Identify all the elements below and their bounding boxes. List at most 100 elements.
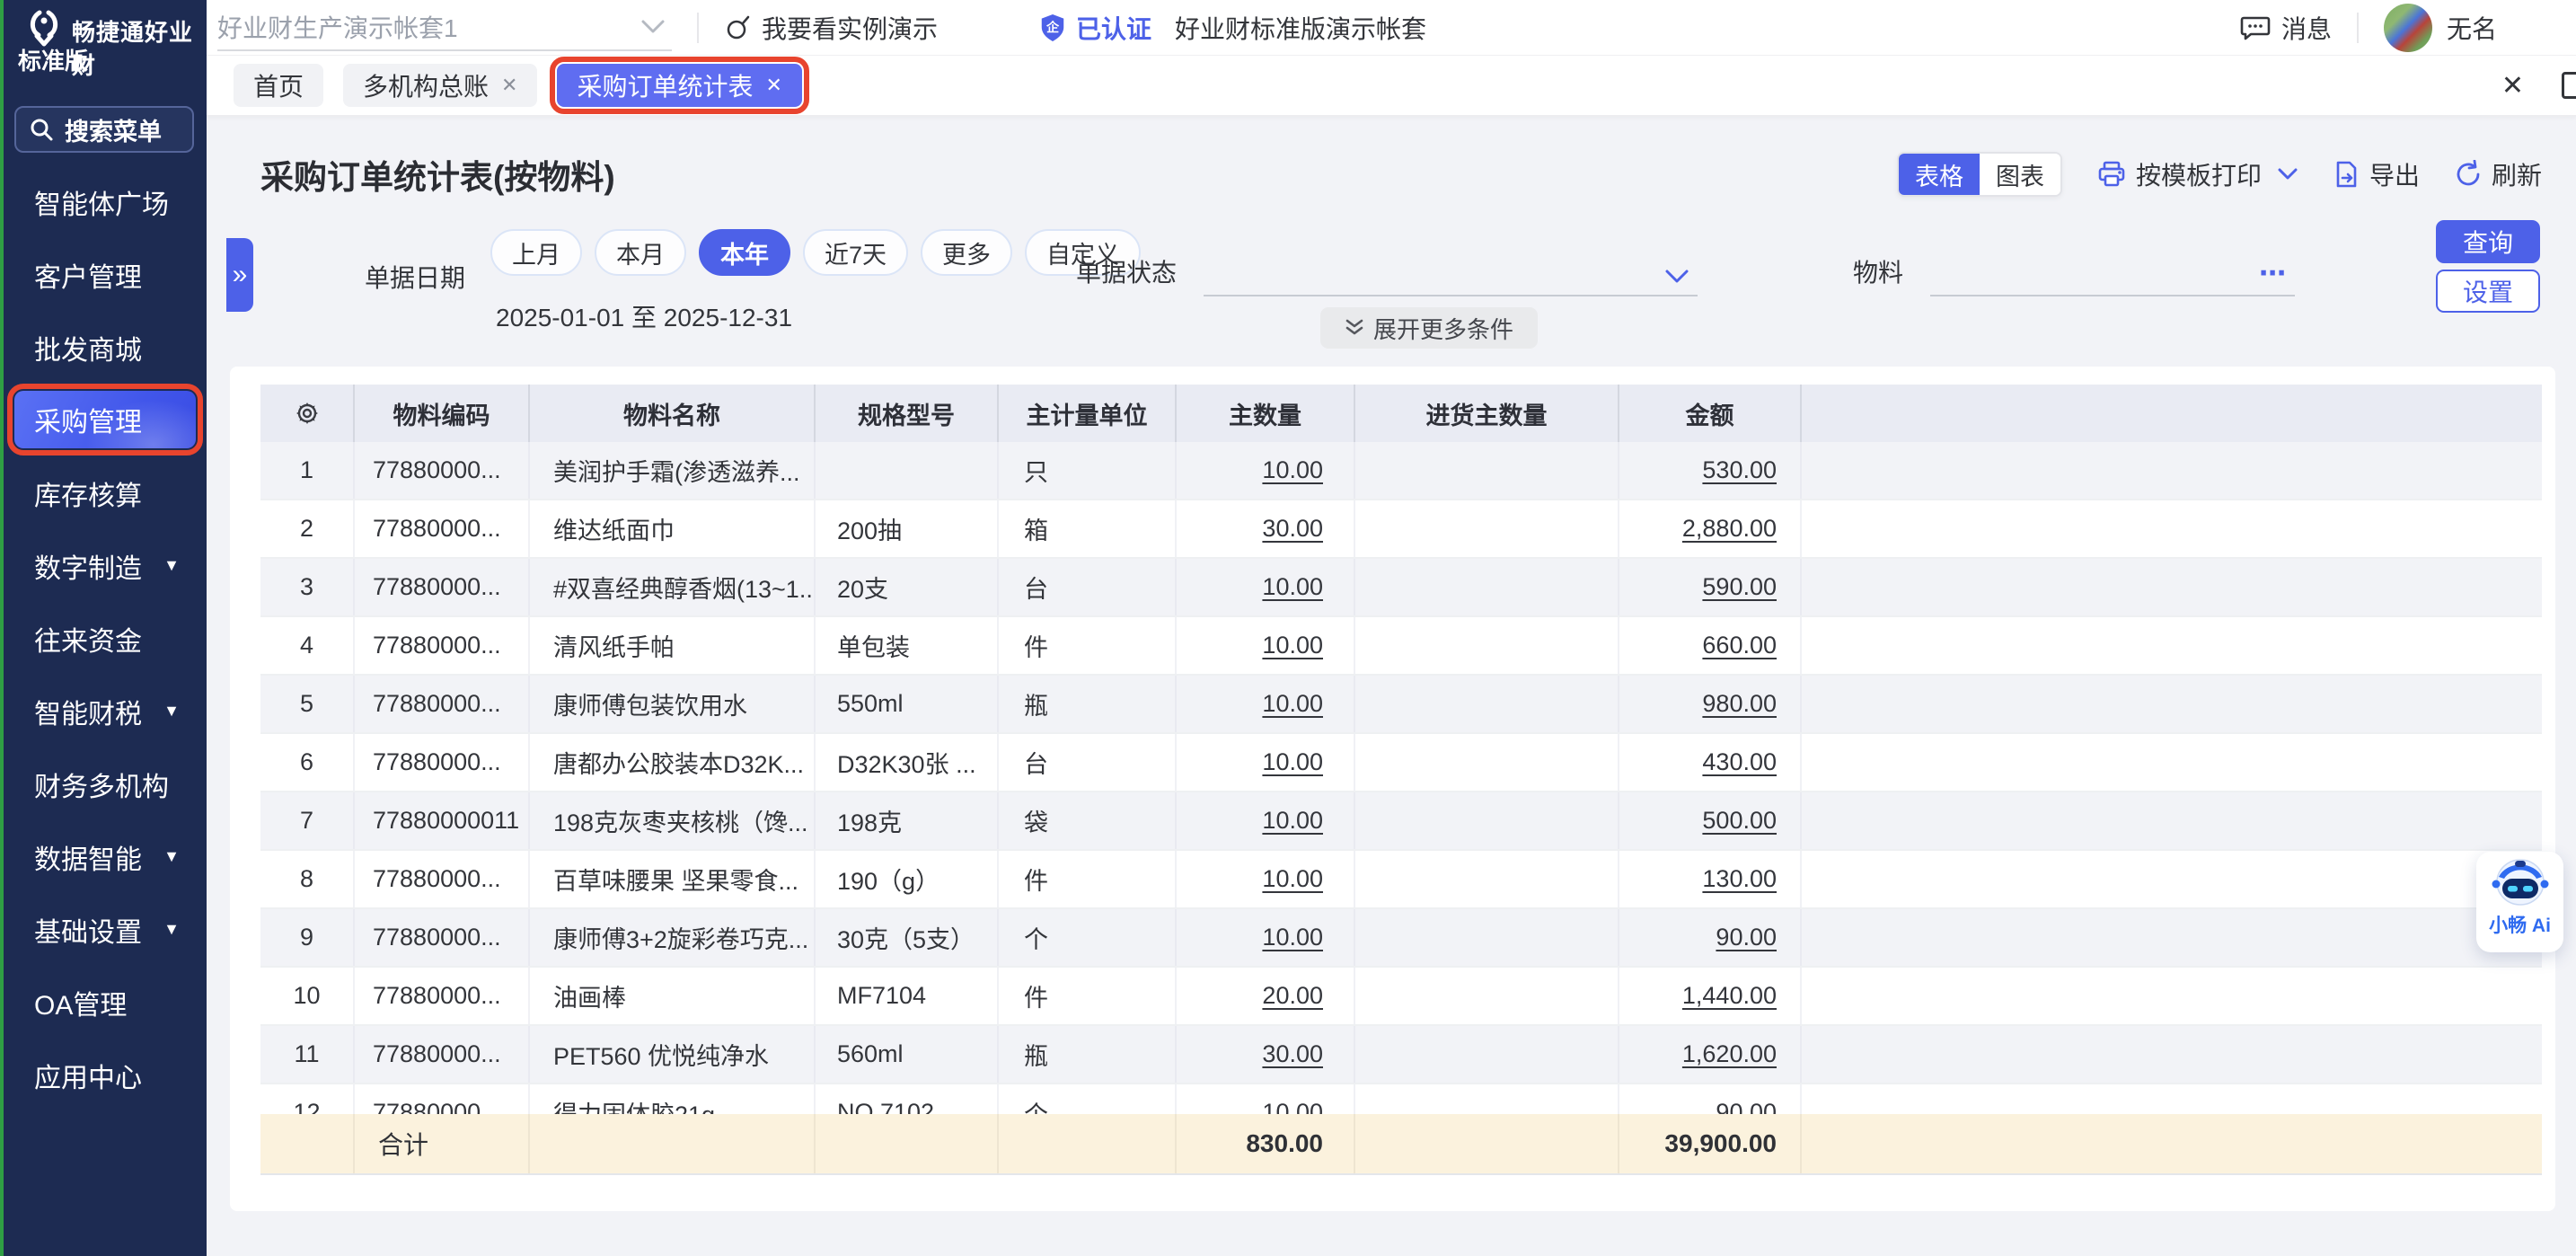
sidebar-item[interactable]: 数字制造 — [4, 529, 207, 602]
cell-amount: 530.00 — [1619, 442, 1802, 499]
view-chart-button[interactable]: 图表 — [1980, 154, 2060, 195]
cell-material-code: 77880000... — [355, 909, 530, 966]
qty-link[interactable]: 30.00 — [1262, 515, 1323, 543]
cell-filler — [1802, 734, 2542, 791]
qty-link[interactable]: 10.00 — [1262, 924, 1323, 951]
qty-link[interactable]: 10.00 — [1262, 573, 1323, 601]
amount-link[interactable]: 530.00 — [1702, 456, 1777, 484]
app-logo: 畅捷通好业财 标准版 — [4, 0, 207, 101]
status-filter-input[interactable] — [1204, 250, 1698, 296]
ai-assistant-widget[interactable]: 小畅 Ai — [2476, 852, 2563, 952]
qty-link[interactable]: 10.00 — [1262, 748, 1323, 776]
menu-search-input[interactable]: 搜索菜单 — [14, 106, 194, 153]
chevron-down-icon[interactable] — [1665, 270, 1689, 284]
cell-in-qty — [1355, 617, 1619, 674]
amount-link[interactable]: 980.00 — [1702, 690, 1777, 718]
date-preset-pill[interactable]: 近7天 — [803, 229, 908, 276]
amount-link[interactable]: 660.00 — [1702, 632, 1777, 659]
tab[interactable]: 首页 — [234, 64, 323, 107]
table-row: 11 77880000... PET560 优悦纯净水 560ml 瓶 30.0… — [260, 1026, 2542, 1084]
chevron-down-icon — [641, 20, 665, 34]
messages-button[interactable]: 消息 — [2240, 10, 2332, 46]
amount-link[interactable]: 430.00 — [1702, 748, 1777, 776]
qty-link[interactable]: 30.00 — [1262, 1040, 1323, 1068]
avatar[interactable] — [2384, 4, 2432, 52]
qty-link[interactable]: 10.00 — [1262, 690, 1323, 718]
settings-button[interactable]: 设置 — [2436, 270, 2540, 313]
table-row: 6 77880000... 唐都办公胶装本D32K... D32K30张 ...… — [260, 734, 2542, 792]
date-preset-label: 近7天 — [825, 235, 887, 270]
date-preset-pill[interactable]: 更多 — [921, 229, 1012, 276]
qty-link[interactable]: 10.00 — [1262, 1099, 1323, 1114]
sidebar-item[interactable]: 采购管理 — [14, 391, 196, 448]
fullscreen-icon[interactable] — [2562, 72, 2576, 99]
cell-in-qty — [1355, 909, 1619, 966]
sidebar-item[interactable]: 财务多机构 — [4, 747, 207, 820]
sidebar-item[interactable]: 数据智能 — [4, 820, 207, 893]
cell-material-name: 美润护手霜(渗透滋养... — [530, 442, 816, 499]
close-icon[interactable] — [765, 74, 781, 97]
material-filter-input[interactable] — [1930, 250, 2295, 296]
view-table-button[interactable]: 表格 — [1899, 154, 1980, 195]
qty-link[interactable]: 20.00 — [1262, 982, 1323, 1010]
sidebar-item[interactable]: OA管理 — [4, 966, 207, 1039]
cell-spec: 30克（5支） — [816, 909, 999, 966]
amount-link[interactable]: 130.00 — [1702, 865, 1777, 893]
total-label: 合计 — [355, 1114, 530, 1173]
amount-link[interactable]: 1,440.00 — [1682, 982, 1777, 1010]
col-header-name: 物料名称 — [530, 385, 816, 442]
demo-link[interactable]: 我要看实例演示 — [724, 10, 938, 46]
open-tabs: 首页 多机构总账 采购订单统计表 — [234, 64, 802, 107]
expand-filter-button[interactable] — [226, 238, 253, 312]
qty-link[interactable]: 10.00 — [1262, 456, 1323, 484]
sidebar-item[interactable]: 智能财税 — [4, 675, 207, 747]
qty-link[interactable]: 10.00 — [1262, 807, 1323, 835]
chevron-down-icon — [2278, 168, 2298, 181]
date-preset-pill[interactable]: 本月 — [595, 229, 686, 276]
cell-qty: 10.00 — [1177, 1084, 1355, 1114]
date-range-value[interactable]: 2025-01-01 至 2025-12-31 — [496, 298, 792, 334]
sidebar-item[interactable]: 批发商城 — [4, 311, 207, 384]
sidebar-item[interactable]: 基础设置 — [4, 893, 207, 966]
date-preset-label: 更多 — [942, 235, 991, 270]
cell-filler — [1802, 442, 2542, 499]
account-set-select[interactable]: 好业财生产演示帐套1 — [217, 4, 672, 51]
amount-link[interactable]: 1,620.00 — [1682, 1040, 1777, 1068]
tab[interactable]: 多机构总账 — [343, 64, 537, 107]
sidebar-item-label: 数字制造 — [34, 546, 142, 586]
amount-link[interactable]: 590.00 — [1702, 573, 1777, 601]
cell-unit: 台 — [999, 559, 1177, 615]
amount-link[interactable]: 90.00 — [1716, 1099, 1777, 1114]
cell-material-code: 77880000... — [355, 559, 530, 615]
tab[interactable]: 采购订单统计表 — [557, 64, 801, 107]
expand-more-conditions[interactable]: 展开更多条件 — [1320, 307, 1538, 349]
export-button[interactable]: 导出 — [2332, 156, 2420, 192]
print-button[interactable]: 按模板打印 — [2096, 156, 2298, 192]
amount-link[interactable]: 2,880.00 — [1682, 515, 1777, 543]
cell-unit: 件 — [999, 617, 1177, 674]
refresh-button[interactable]: 刷新 — [2454, 156, 2542, 192]
close-icon[interactable] — [501, 74, 517, 97]
qty-link[interactable]: 10.00 — [1262, 632, 1323, 659]
date-preset-pill[interactable]: 本年 — [699, 229, 790, 276]
certified-label: 已认证 — [1076, 10, 1151, 46]
row-number: 3 — [260, 559, 355, 615]
amount-link[interactable]: 90.00 — [1716, 924, 1777, 951]
sidebar-item[interactable]: 应用中心 — [4, 1039, 207, 1111]
query-button[interactable]: 查询 — [2436, 220, 2540, 263]
gear-icon[interactable] — [294, 400, 321, 427]
sidebar-item[interactable]: 库存核算 — [4, 456, 207, 529]
sidebar-item[interactable]: 智能体广场 — [4, 165, 207, 238]
date-preset-pill[interactable]: 上月 — [490, 229, 582, 276]
more-options-icon[interactable] — [2259, 258, 2286, 289]
qty-link[interactable]: 10.00 — [1262, 865, 1323, 893]
amount-link[interactable]: 500.00 — [1702, 807, 1777, 835]
sidebar-item[interactable]: 客户管理 — [4, 238, 207, 311]
sidebar-item[interactable]: 往来资金 — [4, 602, 207, 675]
magnifier-icon — [29, 117, 54, 142]
col-header-amount: 金额 — [1619, 385, 1802, 442]
tab-label: 首页 — [253, 67, 304, 103]
cell-material-code: 77880000... — [355, 1084, 530, 1114]
user-name[interactable]: 无名 — [2447, 10, 2497, 46]
close-all-icon[interactable] — [2501, 70, 2524, 102]
